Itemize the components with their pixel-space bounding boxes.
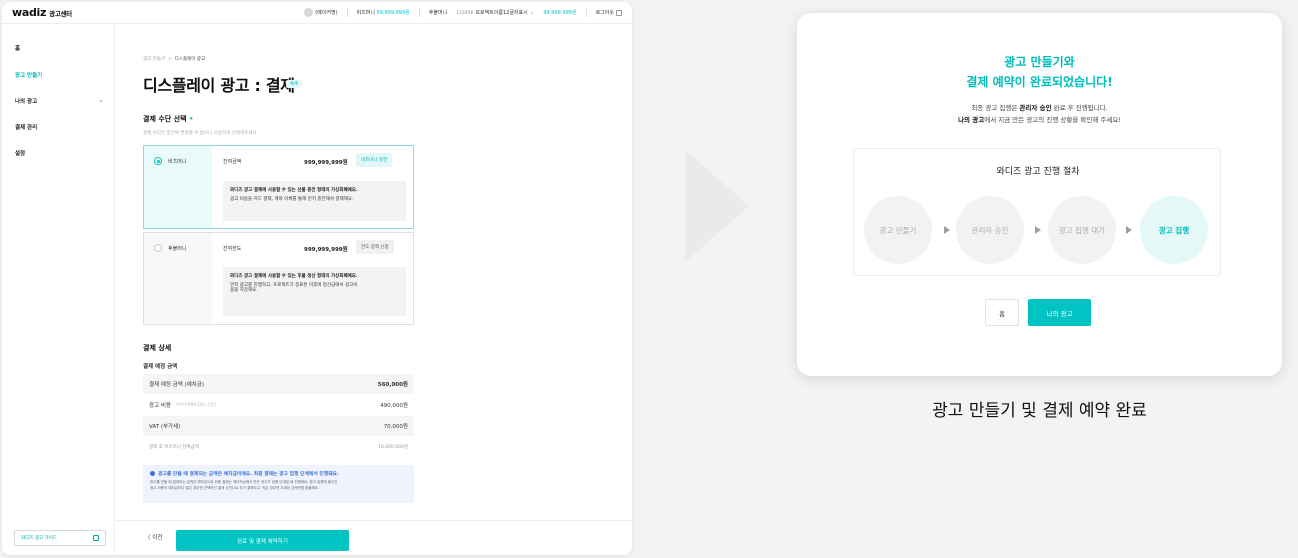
bizmoney-info: 와디즈 광고 결제에 사용할 수 있는 선불 충전 형태의 가상화폐예요. 광고…: [223, 181, 406, 221]
breadcrumb-create-ad[interactable]: 광고 만들기: [143, 57, 165, 62]
sidebar-item-create-ad[interactable]: 광고 만들기: [15, 71, 42, 79]
payment-method-desc: 결제 수단은 중간에 변경할 수 없으니 신중하게 선택해주세요.: [143, 131, 258, 136]
payment-detail-subtitle: 결제 예정 금액: [143, 364, 178, 370]
divider: [418, 8, 420, 17]
payment-screen: wadiz 광고센터 (메이커명) 비즈머니 99,999,999원 후불머니 1…: [2, 2, 632, 555]
step-admin-approval: 관리자 승인: [956, 196, 1024, 264]
top-bar: wadiz 광고센터 (메이커명) 비즈머니 99,999,999원 후불머니 1…: [2, 2, 632, 24]
sidebar: 홈 광고 만들기 나의 광고 ⌄ 결제 관리 설정 와디즈 광고 가이드: [2, 24, 115, 555]
step-waiting: 광고 집행 대기: [1048, 196, 1116, 264]
sidebar-item-payment[interactable]: 결제 관리: [15, 123, 37, 131]
row-expected-amount: 결제 예정 금액 (예치금) 560,000원: [143, 374, 414, 394]
payment-detail-title: 결제 상세: [143, 344, 172, 352]
notice-box: 광고를 만들 때 결제되는 금액은 예치금이에요. 최종 결제는 광고 집행 단…: [143, 465, 414, 503]
completion-modal: 광고 만들기와 결제 예약이 완료되었습니다! 최종 광고 집행은 관리자 승인…: [797, 13, 1282, 376]
charge-bizmoney-button[interactable]: 비즈머니 충전: [356, 153, 393, 167]
payment-option-postpaid[interactable]: 후불머니 잔여한도 999,999,999원 한도 증액 신청 와디즈 광고 결…: [143, 232, 414, 325]
bottom-bar: 〈 이전 완료 및 결제 예약하기: [116, 520, 632, 555]
step-badge: 4/4: [286, 80, 303, 88]
main-content: 광고 만들기 > 디스플레이 광고 디스플레이 광고 : 결제 4/4 결제 수…: [116, 24, 632, 520]
radio-bizmoney[interactable]: [154, 157, 162, 165]
wadiz-logo[interactable]: wadiz 광고센터: [12, 6, 72, 19]
completion-desc-line1: 최종 광고 집행은 관리자 승인 완료 후 진행됩니다.: [971, 104, 1108, 112]
home-button[interactable]: 홈: [985, 299, 1019, 326]
external-link-icon: [93, 535, 99, 541]
page-title: 디스플레이 광고 : 결제: [143, 76, 295, 95]
transition-arrow-icon: [685, 150, 749, 262]
breadcrumb-separator: >: [168, 57, 172, 62]
breadcrumb-display-ad: 디스플레이 광고: [174, 57, 206, 62]
top-bar-right: (메이커명) 비즈머니 99,999,999원 후불머니 123456 프로젝트이…: [304, 8, 622, 17]
payment-option-bizmoney[interactable]: 비즈머니 잔여금액 999,999,999원 비즈머니 충전 와디즈 광고 결제…: [143, 145, 414, 229]
chevron-left-icon: 〈: [145, 535, 151, 541]
step-create-ad: 광고 만들기: [864, 196, 932, 264]
chevron-down-icon: ⌄: [529, 9, 535, 16]
process-box: 와디즈 광고 진행 절차 광고 만들기 관리자 승인 광고 집행 대기 광고 집…: [853, 148, 1221, 276]
process-title: 와디즈 광고 진행 절차: [996, 167, 1080, 177]
play-arrow-icon: [944, 226, 950, 234]
avatar-icon: [304, 8, 314, 17]
step-running: 광고 집행: [1140, 196, 1208, 264]
chevron-down-icon[interactable]: ⌄: [98, 96, 104, 104]
completion-title-line2: 결제 예약이 완료되었습니다!: [966, 75, 1113, 89]
project-select[interactable]: 123456 프로젝트이름12글자표시 ⌄: [456, 9, 534, 16]
payment-method-title: 결제 수단 선택 •: [143, 115, 194, 123]
logout-icon: [616, 9, 622, 16]
logout-link[interactable]: 로그아웃: [596, 9, 622, 16]
biz-money: 비즈머니 99,999,999원: [356, 10, 410, 16]
divider: [346, 8, 348, 17]
sidebar-item-my-ads[interactable]: 나의 광고: [15, 97, 37, 105]
postpaid-value: 99,999,999원: [543, 10, 577, 16]
sidebar-item-settings[interactable]: 설정: [15, 149, 25, 157]
divider: [585, 8, 587, 17]
row-balance-after: 결제 후 비즈머니 잔여금액 10,000,000원: [149, 445, 408, 450]
play-arrow-icon: [1035, 226, 1041, 234]
caption: 광고 만들기 및 결제 예약 완료: [932, 401, 1147, 421]
completion-desc-line2: 나의 광고에서 지금 만든 광고의 진행 상황을 확인해 주세요!: [958, 116, 1121, 124]
info-icon: [150, 471, 155, 476]
prev-button[interactable]: 〈 이전: [145, 533, 162, 541]
sidebar-item-home[interactable]: 홈: [15, 44, 20, 52]
submit-payment-button[interactable]: 완료 및 결제 예약하기: [176, 530, 349, 551]
play-arrow-icon: [1126, 226, 1132, 234]
radio-postpaid[interactable]: [154, 244, 162, 252]
postpaid-info: 와디즈 광고 결제에 사용할 수 있는 후불 정산 형태의 가상화폐예요. 먼저…: [223, 267, 406, 316]
breadcrumb: 광고 만들기 > 디스플레이 광고: [143, 56, 205, 62]
row-vat: VAT (부가세) 70,000원: [143, 416, 414, 436]
row-ad-cost: 광고 비용 YYYY-MM-DD (1일) 490,000원: [149, 403, 408, 409]
limit-increase-button[interactable]: 한도 증액 신청: [356, 240, 394, 254]
postpaid-label: 후불머니: [428, 10, 448, 16]
my-ads-button[interactable]: 나의 광고: [1028, 299, 1091, 326]
completion-title-line1: 광고 만들기와: [1004, 55, 1075, 69]
ad-guide-button[interactable]: 와디즈 광고 가이드: [14, 530, 106, 546]
maker-profile[interactable]: (메이커명): [304, 8, 338, 17]
